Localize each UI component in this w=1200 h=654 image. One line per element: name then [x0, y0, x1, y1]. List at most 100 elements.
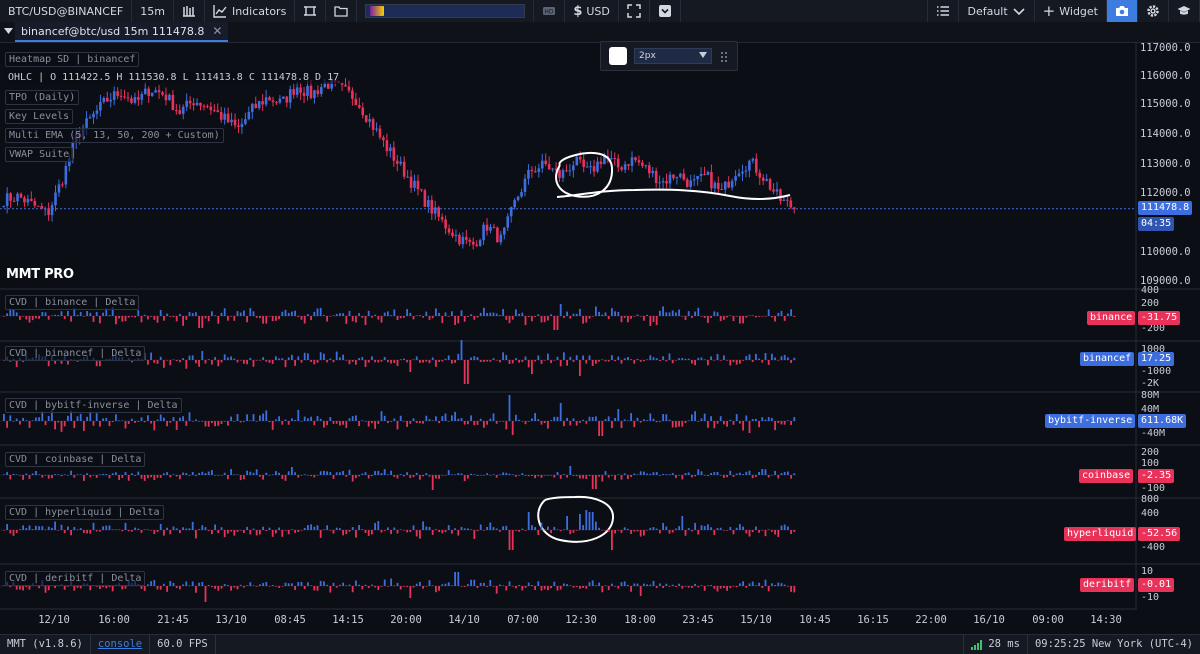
candle-body	[679, 173, 682, 177]
delta-bar	[19, 475, 21, 476]
delta-bar	[566, 417, 568, 421]
delta-bar	[518, 360, 520, 363]
delta-bar	[611, 421, 613, 429]
delta-bar	[287, 471, 290, 475]
delta-bar	[204, 421, 207, 427]
delta-bar	[780, 583, 783, 586]
delta-bar	[281, 421, 284, 425]
legend-heatmap[interactable]: Heatmap SD | binancef	[5, 52, 140, 67]
candle-body	[309, 85, 313, 99]
delta-bar	[630, 586, 632, 592]
delta-bar	[233, 316, 236, 321]
legend-tpo[interactable]: TPO (Daily)	[5, 90, 80, 105]
delta-bar	[131, 418, 133, 421]
candle-body	[123, 96, 126, 98]
delta-bar	[278, 586, 280, 588]
delta-bar	[431, 316, 434, 319]
delta-bar	[329, 417, 332, 421]
candle-body	[2, 206, 6, 208]
candle-body	[641, 162, 644, 166]
candle-body	[699, 173, 703, 176]
delta-bar	[108, 421, 111, 427]
pane-title[interactable]: CVD | coinbase | Delta	[5, 452, 146, 467]
delta-bar	[611, 355, 613, 360]
delta-bar	[156, 530, 159, 532]
pane-title[interactable]: CVD | bybitf-inverse | Delta	[5, 398, 182, 413]
stroke-color-swatch[interactable]	[609, 47, 627, 65]
delta-bar	[332, 582, 335, 586]
legend-ema[interactable]: Multi EMA (5, 13, 50, 200 + Custom)	[5, 128, 224, 143]
delta-bar	[227, 357, 229, 360]
delta-bar	[236, 414, 239, 421]
delta-bar	[259, 360, 261, 361]
delta-bar	[169, 316, 172, 317]
delta-bar	[89, 586, 92, 591]
time-tick: 18:00	[624, 614, 656, 626]
delta-bar	[623, 316, 626, 318]
delta-bar	[627, 584, 629, 586]
delta-bar	[764, 530, 767, 537]
drag-handle-icon[interactable]	[720, 51, 728, 63]
delta-bar	[19, 586, 21, 590]
delta-bar	[44, 475, 47, 476]
candle-body	[54, 192, 57, 206]
delta-bar	[739, 472, 741, 475]
delta-bar	[374, 471, 376, 475]
delta-bar	[451, 415, 453, 421]
stroke-width-select[interactable]: 2px	[634, 48, 712, 64]
console-link[interactable]: console	[91, 635, 151, 654]
delta-bar	[659, 530, 661, 534]
delta-bar	[300, 421, 303, 422]
delta-bar	[374, 522, 376, 530]
legend-vwap[interactable]: VWAP Suite	[5, 147, 74, 162]
candle-body	[209, 106, 213, 111]
delta-bar	[668, 474, 671, 475]
pane-title[interactable]: CVD | deribitf | Delta	[5, 571, 146, 586]
chart-canvas[interactable]	[0, 0, 1200, 653]
legend-key-levels[interactable]: Key Levels	[5, 109, 74, 124]
delta-bar	[86, 530, 88, 534]
pane-title[interactable]: CVD | binancef | Delta	[5, 346, 146, 361]
delta-bar	[57, 314, 60, 316]
time-tick: 16:15	[857, 614, 889, 626]
delta-bar	[550, 530, 552, 534]
pane-title[interactable]: CVD | binance | Delta	[5, 295, 140, 310]
delta-bar	[348, 360, 351, 365]
candle-body	[661, 181, 665, 183]
candle-body	[634, 157, 637, 161]
price-tick: 112000.0	[1140, 187, 1191, 199]
delta-bar	[92, 475, 95, 476]
candle-body	[216, 110, 220, 112]
delta-bar	[310, 524, 312, 530]
delta-bar	[140, 530, 143, 533]
delta-bar	[326, 471, 328, 475]
delta-bar	[575, 530, 578, 531]
delta-bar	[182, 416, 184, 421]
delta-bar	[156, 419, 159, 421]
candle-body	[730, 180, 734, 188]
delta-bar	[425, 586, 428, 587]
delta-bar	[118, 529, 120, 530]
delta-bar	[76, 416, 79, 421]
delta-bar	[499, 584, 501, 586]
delta-bar	[598, 582, 600, 586]
delta-bar	[76, 314, 79, 316]
candle-body	[513, 200, 516, 208]
candle-body	[354, 98, 358, 106]
delta-bar	[454, 474, 456, 475]
delta-bar	[12, 473, 15, 475]
last-price-label: 111478.8	[1138, 201, 1193, 215]
delta-bar	[607, 316, 610, 320]
delta-bar	[620, 421, 623, 429]
delta-bar	[726, 586, 728, 591]
delta-bar	[54, 586, 56, 588]
candle-body	[630, 157, 634, 166]
pane-title[interactable]: CVD | hyperliquid | Delta	[5, 505, 164, 520]
delta-bar	[547, 526, 549, 530]
delta-bar	[771, 583, 773, 586]
delta-bar	[572, 586, 575, 588]
delta-bar	[467, 316, 469, 317]
delta-bar	[460, 418, 463, 421]
delta-bar	[614, 418, 616, 421]
delta-bar	[217, 360, 220, 367]
